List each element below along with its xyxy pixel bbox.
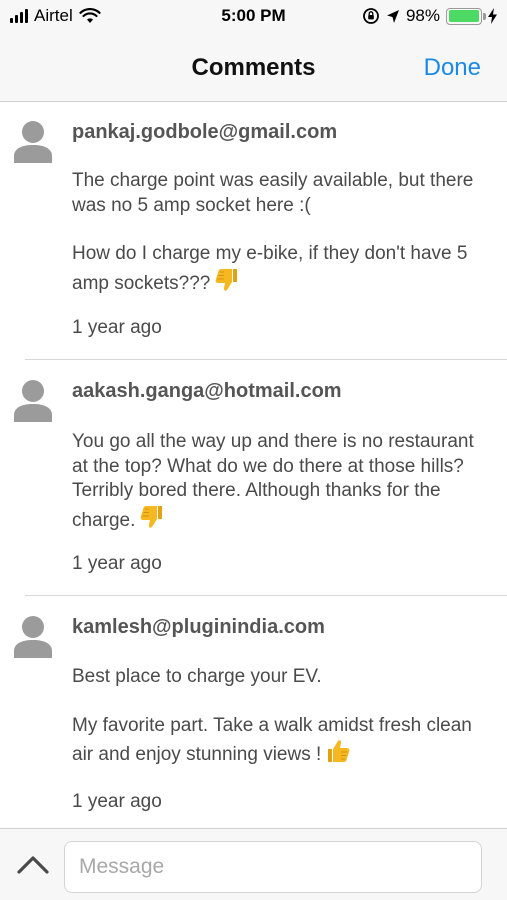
battery-fill [448, 10, 479, 22]
comment-paragraph-with-emoji: My favorite part. Take a walk amidst fre… [72, 714, 482, 768]
status-right: 98% [362, 6, 497, 26]
message-composer [0, 828, 507, 900]
comment-paragraph-text: How do I charge my e-bike, if they don't… [72, 243, 468, 294]
thumbs-up-emoji-icon [328, 740, 350, 762]
message-input[interactable] [64, 841, 482, 893]
avatar-icon [14, 616, 52, 658]
comment-paragraph-text: You go all the way up and there is no re… [72, 431, 474, 531]
location-arrow-icon [386, 9, 399, 23]
avatar-icon [14, 121, 52, 163]
avatar-icon [14, 380, 52, 422]
comment-paragraph: The charge point was easily available, b… [72, 170, 474, 216]
comment-item: kamlesh@pluginindia.com Best place to ch… [0, 595, 507, 828]
status-bar: Airtel 5:00 PM 98% [0, 0, 507, 34]
comment-item: pankaj.godbole@gmail.com The charge poin… [0, 103, 507, 360]
comment-author: kamlesh@pluginindia.com [72, 616, 325, 638]
chevron-up-icon[interactable] [16, 853, 50, 875]
battery-percent: 98% [405, 6, 440, 25]
comment-timestamp: 1 year ago [72, 791, 162, 812]
thumbs-down-emoji-icon [140, 505, 163, 528]
comment-item: aakash.ganga@hotmail.com You go all the … [0, 360, 507, 596]
comment-paragraph: Best place to charge your EV. [72, 666, 322, 687]
comment-paragraph-with-emoji: How do I charge my e-bike, if they don't… [72, 242, 492, 296]
comment-author: aakash.ganga@hotmail.com [72, 380, 342, 402]
comment-paragraph-with-emoji: You go all the way up and there is no re… [72, 430, 487, 533]
battery-icon [446, 7, 486, 25]
comment-body: You go all the way up and there is no re… [72, 430, 487, 533]
comment-timestamp: 1 year ago [72, 553, 162, 574]
comment-author: pankaj.godbole@gmail.com [72, 121, 338, 143]
rotation-lock-icon [363, 8, 379, 24]
navigation-bar: Comments Done [0, 34, 507, 102]
comment-timestamp: 1 year ago [72, 317, 162, 338]
charging-bolt-icon [488, 8, 497, 24]
comments-list[interactable]: pankaj.godbole@gmail.com The charge poin… [0, 103, 507, 828]
thumbs-down-emoji-icon [215, 268, 238, 291]
comment-body: Best place to charge your EV. My favorit… [72, 665, 482, 768]
comment-paragraph-text: My favorite part. Take a walk amidst fre… [72, 714, 472, 766]
comment-body: The charge point was easily available, b… [72, 169, 492, 296]
done-button[interactable]: Done [424, 54, 481, 82]
